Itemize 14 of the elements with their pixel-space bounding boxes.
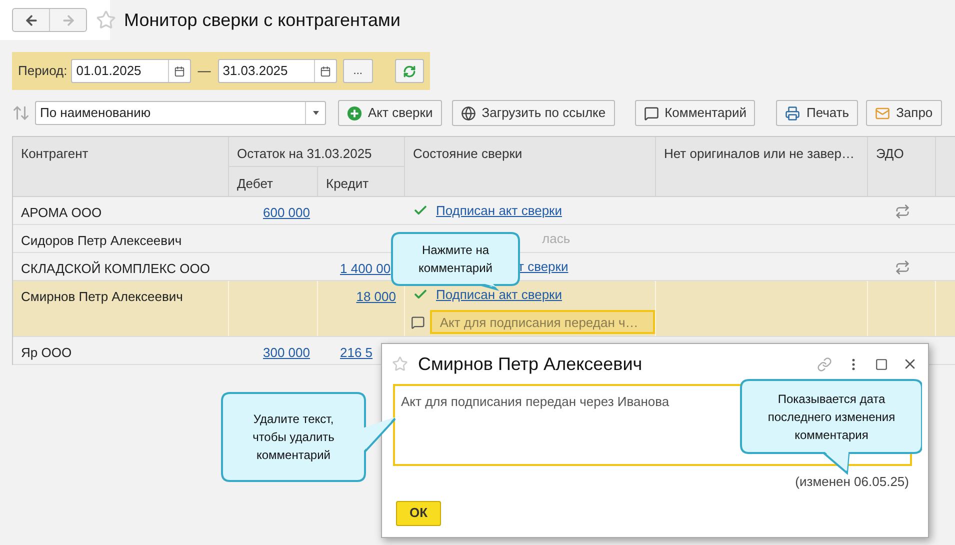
table-cell: Сидоров Петр Алексеевич [21,233,182,248]
period-label: Период: [18,62,68,80]
hint-tooltip: Удалите текст, чтобы удалить комментарий [220,391,398,483]
date-separator: — [196,62,212,80]
dialog-title: Смирнов Петр Алексеевич [418,352,642,376]
table-cell: АРОМА ООО [21,205,102,220]
table-cell: Яр ООО [21,345,72,360]
hint-tooltip: Показывается дата последнего изменения комментария [739,378,922,476]
window-title: Монитор сверки с контрагентами [124,8,400,32]
status-text: лась [542,230,570,248]
table-cell: Смирнов Петр Алексеевич [21,289,183,304]
table-cell: СКЛАДСКОЙ КОМПЛЕКС ООО [21,261,210,276]
modified-date: (изменен 06.05.25) [795,473,909,491]
hint-tooltip: Нажмите на комментарий [390,231,521,291]
